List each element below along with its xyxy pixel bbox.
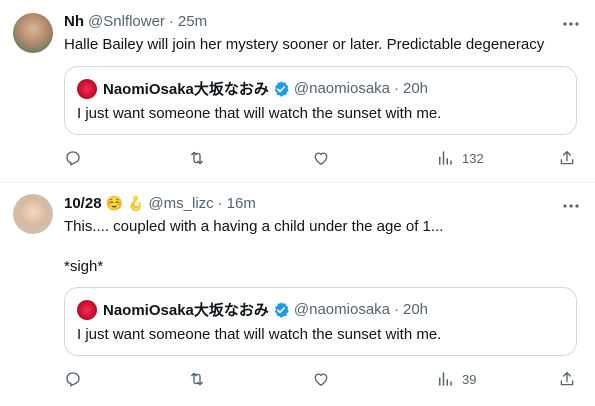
author-handle[interactable]: @Snlflower [88,13,165,30]
action-bar: 132 [64,148,580,168]
reply-icon [66,151,80,166]
retweet-icon [191,372,203,386]
reply-button[interactable] [64,148,82,168]
views-chart-icon [439,372,452,386]
quoted-timestamp: 20h [403,80,429,97]
tweet-text: This.... coupled with a having a child u… [64,218,444,235]
tweet-header: Nh @Snlflower · 25m [64,13,207,30]
retweet-button[interactable] [188,148,206,168]
tweet-text: Halle Bailey will join her mystery soone… [64,36,545,53]
quoted-tweet-text: I just want someone that will watch the … [77,326,442,343]
quoted-tweet[interactable]: NaomiOsaka大坂なおみ @naomiosaka · 20h I just… [64,66,577,135]
quoted-author-handle: @naomiosaka [293,301,390,318]
quoted-tweet-header: NaomiOsaka大坂なおみ @naomiosaka · 20h [77,299,428,320]
share-button[interactable] [558,369,576,389]
views-button[interactable]: 132 [436,148,484,168]
tweet-text: *sigh* [64,258,104,275]
separator-dot: · [394,80,399,97]
verified-badge-icon [272,301,290,319]
reply-icon [66,372,80,387]
quoted-timestamp: 20h [403,301,429,318]
separator-dot: · [168,13,174,30]
separator-dot: · [217,195,223,212]
separator-dot: · [394,301,399,318]
avatar[interactable] [13,194,53,234]
views-chart-icon [439,151,452,165]
quoted-tweet-text: I just want someone that will watch the … [77,105,442,122]
quoted-tweet[interactable]: NaomiOsaka大坂なおみ @naomiosaka · 20h I just… [64,287,577,356]
more-horizontal-icon[interactable] [561,14,581,34]
action-bar: 39 [64,369,580,389]
avatar[interactable] [13,13,53,53]
like-button[interactable] [312,369,330,389]
share-button[interactable] [558,148,576,168]
tweet[interactable]: 10/28 ☺️ 🪝 @ms_lizc · 16m This.... coupl… [0,183,595,406]
quoted-author-handle: @naomiosaka [293,80,390,97]
timestamp[interactable]: 25m [178,13,207,30]
timestamp[interactable]: 16m [227,195,256,212]
name-emoji: ☺️ [105,195,123,211]
views-count: 132 [462,150,484,166]
reply-button[interactable] [64,369,82,389]
author-name[interactable]: Nh [64,13,84,30]
heart-icon [314,152,328,165]
share-icon [560,371,574,386]
views-count: 39 [462,371,477,387]
tweet[interactable]: Nh @Snlflower · 25m Halle Bailey will jo… [0,0,595,182]
quoted-author-name: NaomiOsaka大坂なおみ [103,302,269,319]
quoted-tweet-header: NaomiOsaka大坂なおみ @naomiosaka · 20h [77,78,428,99]
views-button[interactable]: 39 [436,369,476,389]
name-emoji: 🪝 [126,195,145,211]
share-icon [560,150,574,165]
heart-icon [314,373,328,386]
retweet-icon [191,151,203,165]
retweet-button[interactable] [188,369,206,389]
tweet-header: 10/28 ☺️ 🪝 @ms_lizc · 16m [64,195,256,212]
verified-badge-icon [272,80,290,98]
author-name[interactable]: 10/28 [64,195,102,212]
more-horizontal-icon[interactable] [561,196,581,216]
quoted-avatar [77,78,97,99]
quoted-avatar [77,299,97,320]
author-handle[interactable]: @ms_lizc [148,195,213,212]
quoted-author-name: NaomiOsaka大坂なおみ [103,81,269,98]
like-button[interactable] [312,148,330,168]
